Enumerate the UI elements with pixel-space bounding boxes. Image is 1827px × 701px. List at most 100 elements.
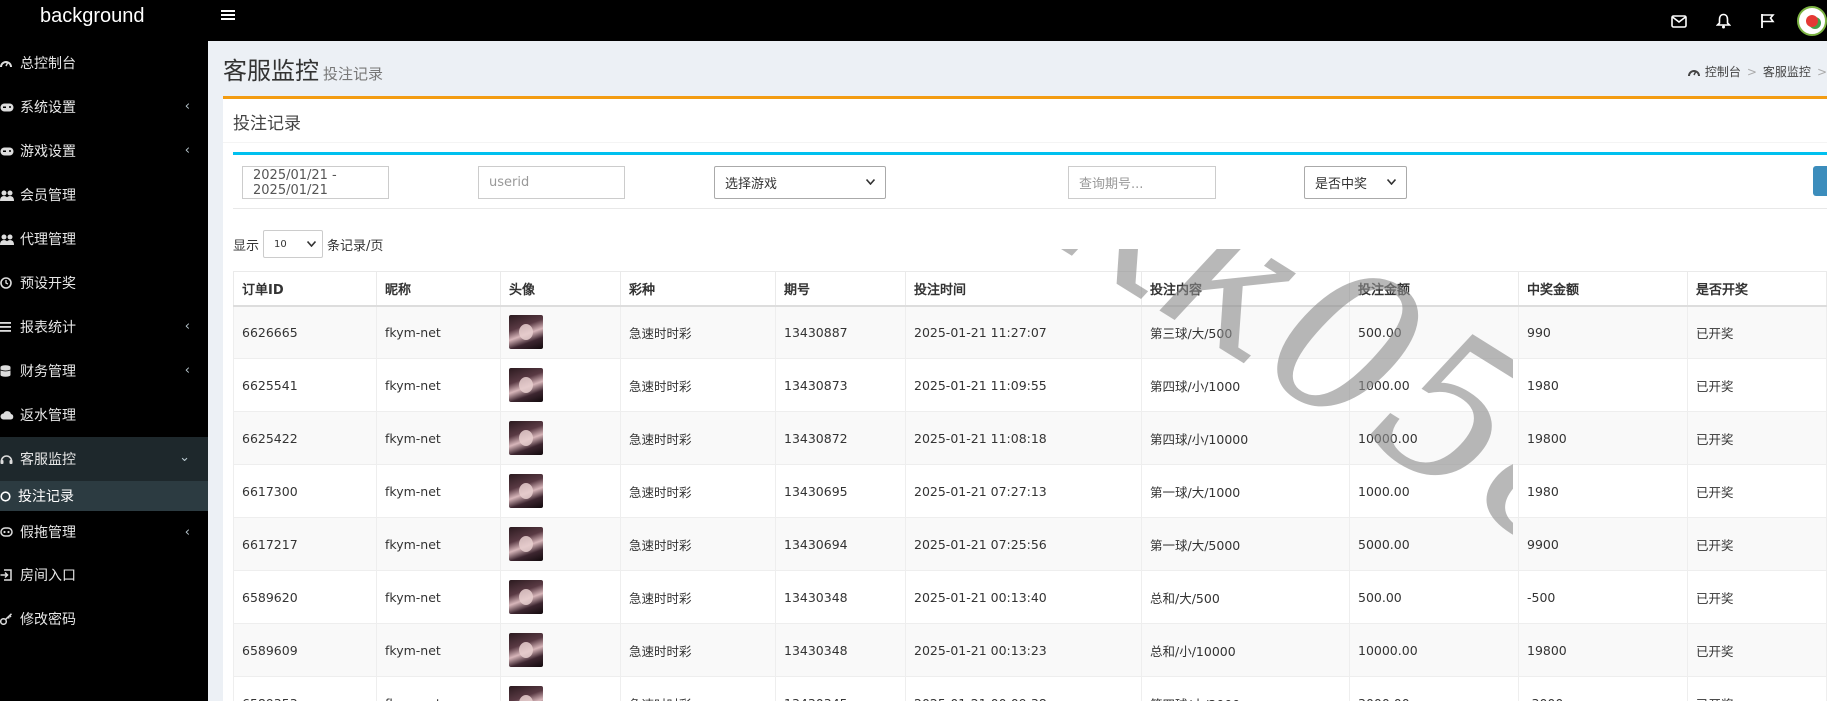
sidebar-item-change-password[interactable]: 修改密码	[0, 597, 208, 641]
bet-amount-cell: 500.00	[1349, 570, 1519, 624]
table-row[interactable]: 6625541 fkym-net 急速时时彩 13430873 2025-01-21 1…	[233, 358, 1827, 412]
lottery-cell: 急速时时彩	[620, 464, 776, 518]
avatar	[509, 633, 543, 667]
column-header[interactable]: 订单ID	[233, 271, 377, 307]
sidebar-item-preset-draw[interactable]: 预设开奖	[0, 261, 208, 305]
table-row[interactable]: 6589609 fkym-net 急速时时彩 13430348 2025-01-21 0…	[233, 623, 1827, 677]
column-header[interactable]: 中奖金额	[1518, 271, 1688, 307]
avatar-cell	[500, 570, 621, 624]
avatar	[509, 315, 543, 350]
win-amount-cell: 19800	[1518, 623, 1688, 677]
issue-cell: 13430345	[775, 676, 906, 701]
bet-content-cell: 总和/大/500	[1141, 570, 1350, 624]
userid-input[interactable]: userid	[478, 166, 625, 199]
win-amount-cell: 1980	[1518, 464, 1688, 518]
table-row[interactable]: 6625422 fkym-net 急速时时彩 13430872 2025-01-21 1…	[233, 411, 1827, 465]
clock-icon	[0, 276, 18, 290]
sidebar-item-game-settings[interactable]: 游戏设置 ‹	[0, 129, 208, 173]
column-header[interactable]: 是否开奖	[1687, 271, 1827, 307]
mail-icon[interactable]	[1669, 11, 1689, 31]
breadcrumb-current[interactable]: 客服监控	[1763, 63, 1811, 80]
page-length-select[interactable]: 10	[263, 230, 324, 258]
column-header[interactable]: 期号	[775, 271, 906, 307]
column-header[interactable]: 昵称	[376, 271, 501, 307]
issue-number-input[interactable]: 查询期号...	[1068, 166, 1216, 199]
column-header[interactable]: 头像	[500, 271, 621, 307]
table-row[interactable]: 6617217 fkym-net 急速时时彩 13430694 2025-01-21 0…	[233, 517, 1827, 571]
avatar	[509, 421, 543, 455]
chevron-left-icon: ‹	[184, 143, 190, 158]
user-avatar[interactable]	[1797, 6, 1827, 36]
sidebar-item-finance[interactable]: 财务管理 ‹	[0, 349, 208, 393]
table-row[interactable]: 6617300 fkym-net 急速时时彩 13430695 2025-01-21 0…	[233, 464, 1827, 518]
table-row[interactable]: 6589620 fkym-net 急速时时彩 13430348 2025-01-21 0…	[233, 570, 1827, 624]
nickname-cell: fkym-net	[376, 464, 501, 518]
lottery-cell: 急速时时彩	[620, 676, 776, 701]
nickname-cell: fkym-net	[376, 305, 501, 359]
sidebar-item-rebate[interactable]: 返水管理	[0, 393, 208, 437]
column-header[interactable]: 投注内容	[1141, 271, 1350, 307]
sidebar-item-system-settings[interactable]: 系统设置 ‹	[0, 85, 208, 129]
win-amount-cell: 9900	[1518, 517, 1688, 571]
chevron-down-icon: ⌄	[179, 450, 190, 465]
column-header[interactable]: 投注时间	[905, 271, 1142, 307]
lottery-cell: 急速时时彩	[620, 305, 776, 359]
sidebar-item-members[interactable]: 会员管理	[0, 173, 208, 217]
flag-icon[interactable]	[1757, 11, 1777, 31]
win-amount-cell: 1980	[1518, 358, 1688, 412]
nickname-cell: fkym-net	[376, 623, 501, 677]
search-button[interactable]	[1813, 166, 1827, 196]
sidebar-item-cs-monitor[interactable]: 客服监控 ⌄	[0, 437, 208, 481]
page-subtitle: 投注记录	[323, 65, 384, 83]
date-range-input[interactable]: 2025/01/21 - 2025/01/21	[242, 166, 389, 199]
sidebar-item-bots[interactable]: 假拖管理 ‹	[0, 511, 208, 553]
chevron-down-icon	[1386, 177, 1397, 188]
bet-amount-cell: 3000.00	[1349, 676, 1519, 701]
order-id-cell: 6589353	[233, 676, 377, 701]
avatar-cell	[500, 305, 621, 359]
bet-amount-cell: 10000.00	[1349, 411, 1519, 465]
bet-time-cell: 2025-01-21 00:13:40	[905, 570, 1142, 624]
bell-icon[interactable]	[1713, 11, 1733, 31]
breadcrumb-home[interactable]: 控制台	[1705, 63, 1741, 80]
sidebar-item-label: 代理管理	[20, 232, 76, 248]
table-row[interactable]: 6626665 fkym-net 急速时时彩 13430887 2025-01-21 1…	[233, 305, 1827, 359]
brand-logo[interactable]: background	[40, 5, 145, 28]
sidebar-item-agents[interactable]: 代理管理	[0, 217, 208, 261]
avatar-cell	[500, 676, 621, 701]
bet-content-cell: 第四球/小/10000	[1141, 411, 1350, 465]
order-id-cell: 6626665	[233, 305, 377, 359]
menu-toggle-icon[interactable]	[221, 7, 237, 27]
robot-icon	[0, 525, 18, 539]
table-row[interactable]: 6589353fkym-net 急速时时彩134303452025-01-21 0…	[233, 676, 1827, 701]
bet-time-cell: 2025-01-21 11:09:55	[905, 358, 1142, 412]
win-status-select[interactable]: 是否中奖	[1304, 166, 1407, 199]
dashboard-icon	[1687, 67, 1700, 77]
bet-amount-cell: 5000.00	[1349, 517, 1519, 571]
column-header[interactable]: 投注金额	[1349, 271, 1519, 307]
draw-status-cell: 已开奖	[1687, 305, 1827, 359]
game-select[interactable]: 选择游戏	[714, 166, 886, 199]
column-header[interactable]: 彩种	[620, 271, 776, 307]
draw-status-cell: 已开奖	[1687, 411, 1827, 465]
bet-content-cell: 第三球/大/500	[1141, 305, 1350, 359]
avatar	[509, 527, 543, 561]
avatar-cell	[500, 517, 621, 571]
sidebar-item-label: 系统设置	[20, 100, 76, 116]
sidebar-item-dashboard[interactable]: 总控制台	[0, 41, 208, 85]
sidebar-item-reports[interactable]: 报表统计 ‹	[0, 305, 208, 349]
circle-icon	[0, 489, 18, 503]
page-title: 客服监控	[223, 57, 319, 85]
key-icon	[0, 612, 18, 626]
users-icon	[0, 188, 18, 202]
avatar-cell	[500, 464, 621, 518]
sidebar-item-room-entry[interactable]: 房间入口	[0, 553, 208, 597]
avatar	[509, 474, 543, 508]
sidebar-item-label: 报表统计	[20, 320, 76, 336]
win-amount-cell: 990	[1518, 305, 1688, 359]
bet-time-cell: 2025-01-21 11:08:18	[905, 411, 1142, 465]
nickname-cell: fkym-net	[376, 517, 501, 571]
sidebar-item-label: 返水管理	[20, 408, 76, 424]
sidebar-item-label: 投注记录	[18, 489, 74, 505]
sidebar-subitem-bet-records[interactable]: 投注记录	[0, 481, 208, 511]
